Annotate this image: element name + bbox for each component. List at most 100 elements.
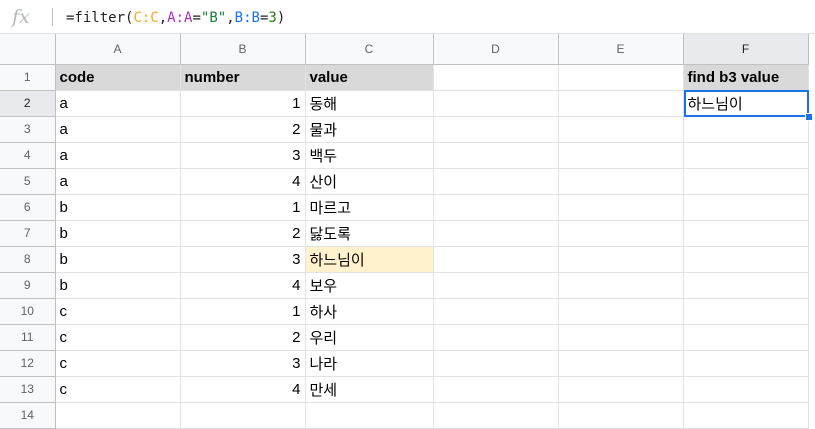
cell-c[interactable]: 백두 [305, 142, 434, 169]
cell-c[interactable]: 하느님이 [305, 246, 434, 273]
cell-d[interactable] [433, 350, 559, 377]
cell-a[interactable]: c [55, 376, 181, 403]
cell-f[interactable] [683, 402, 809, 429]
cell-f[interactable] [683, 220, 809, 247]
formula-input[interactable]: =filter(C:C,A:A="B",B:B=3) [66, 8, 285, 28]
row-header[interactable]: 2 [0, 90, 56, 117]
cell-e[interactable] [558, 272, 684, 299]
cell-c[interactable]: 산이 [305, 168, 434, 195]
row-header[interactable]: 13 [0, 376, 56, 403]
cell-e[interactable] [558, 220, 684, 247]
cell-c[interactable]: 마르고 [305, 194, 434, 221]
cell-e[interactable] [558, 298, 684, 325]
column-header-c[interactable]: C [305, 34, 434, 65]
cell-b[interactable]: 4 [180, 376, 306, 403]
cell-e[interactable] [558, 64, 684, 91]
cell-b[interactable]: 4 [180, 272, 306, 299]
cell-e[interactable] [558, 324, 684, 351]
cell-b[interactable]: 2 [180, 116, 306, 143]
cell-b[interactable]: 2 [180, 220, 306, 247]
cell-a[interactable]: a [55, 116, 181, 143]
cell-a[interactable]: c [55, 324, 181, 351]
cell-b[interactable]: 3 [180, 246, 306, 273]
cell-d[interactable] [433, 194, 559, 221]
row-header[interactable]: 8 [0, 246, 56, 273]
row-header[interactable]: 1 [0, 64, 56, 91]
cell-e[interactable] [558, 90, 684, 117]
cell-a[interactable]: b [55, 194, 181, 221]
select-all-corner[interactable] [0, 34, 56, 65]
cell-a[interactable]: b [55, 220, 181, 247]
row-header[interactable]: 11 [0, 324, 56, 351]
cell-f[interactable] [683, 350, 809, 377]
cell-a[interactable]: a [55, 168, 181, 195]
cell-b[interactable]: 1 [180, 90, 306, 117]
row-header[interactable]: 3 [0, 116, 56, 143]
row-header[interactable]: 6 [0, 194, 56, 221]
cell-e[interactable] [558, 116, 684, 143]
cell-c[interactable]: 닳도록 [305, 220, 434, 247]
cell-a[interactable]: c [55, 298, 181, 325]
cell-f[interactable] [683, 246, 809, 273]
row-header[interactable]: 4 [0, 142, 56, 169]
cell-f[interactable]: 하느님이 [683, 90, 809, 117]
cell-a[interactable] [55, 402, 181, 429]
cell-f[interactable] [683, 298, 809, 325]
cell-b[interactable] [180, 402, 306, 429]
cell-f[interactable] [683, 116, 809, 143]
cell-d[interactable] [433, 220, 559, 247]
cell-e[interactable] [558, 142, 684, 169]
cell-c[interactable]: 물과 [305, 116, 434, 143]
cell-d[interactable] [433, 402, 559, 429]
cell-b[interactable]: number [180, 64, 306, 91]
cell-c[interactable]: 보우 [305, 272, 434, 299]
cell-a[interactable]: a [55, 142, 181, 169]
cell-b[interactable]: 3 [180, 350, 306, 377]
cell-c[interactable] [305, 402, 434, 429]
cell-a[interactable]: b [55, 246, 181, 273]
cell-e[interactable] [558, 168, 684, 195]
cell-d[interactable] [433, 376, 559, 403]
cell-b[interactable]: 1 [180, 194, 306, 221]
cell-d[interactable] [433, 298, 559, 325]
cell-c[interactable]: 동해 [305, 90, 434, 117]
cell-e[interactable] [558, 246, 684, 273]
cell-f[interactable] [683, 376, 809, 403]
cell-d[interactable] [433, 324, 559, 351]
cell-b[interactable]: 1 [180, 298, 306, 325]
cell-f[interactable] [683, 272, 809, 299]
row-header[interactable]: 7 [0, 220, 56, 247]
fill-handle[interactable] [805, 113, 813, 121]
cell-d[interactable] [433, 168, 559, 195]
cell-d[interactable] [433, 90, 559, 117]
column-header-a[interactable]: A [55, 34, 181, 65]
column-header-d[interactable]: D [433, 34, 559, 65]
cell-c[interactable]: value [305, 64, 434, 91]
cell-b[interactable]: 3 [180, 142, 306, 169]
cell-d[interactable] [433, 142, 559, 169]
row-header[interactable]: 9 [0, 272, 56, 299]
cell-d[interactable] [433, 64, 559, 91]
cell-d[interactable] [433, 246, 559, 273]
cell-e[interactable] [558, 350, 684, 377]
cell-f[interactable]: find b3 value [683, 64, 809, 91]
cell-e[interactable] [558, 194, 684, 221]
cell-e[interactable] [558, 402, 684, 429]
cell-f[interactable] [683, 168, 809, 195]
cell-a[interactable]: code [55, 64, 181, 91]
cell-f[interactable] [683, 194, 809, 221]
cell-c[interactable]: 나라 [305, 350, 434, 377]
cell-d[interactable] [433, 272, 559, 299]
column-header-e[interactable]: E [558, 34, 684, 65]
cell-c[interactable]: 하사 [305, 298, 434, 325]
row-header[interactable]: 12 [0, 350, 56, 377]
cell-e[interactable] [558, 376, 684, 403]
cell-b[interactable]: 4 [180, 168, 306, 195]
cell-a[interactable]: a [55, 90, 181, 117]
column-header-f[interactable]: F [683, 34, 809, 65]
cell-c[interactable]: 우리 [305, 324, 434, 351]
cell-c[interactable]: 만세 [305, 376, 434, 403]
cell-f[interactable] [683, 142, 809, 169]
cell-d[interactable] [433, 116, 559, 143]
cell-a[interactable]: c [55, 350, 181, 377]
